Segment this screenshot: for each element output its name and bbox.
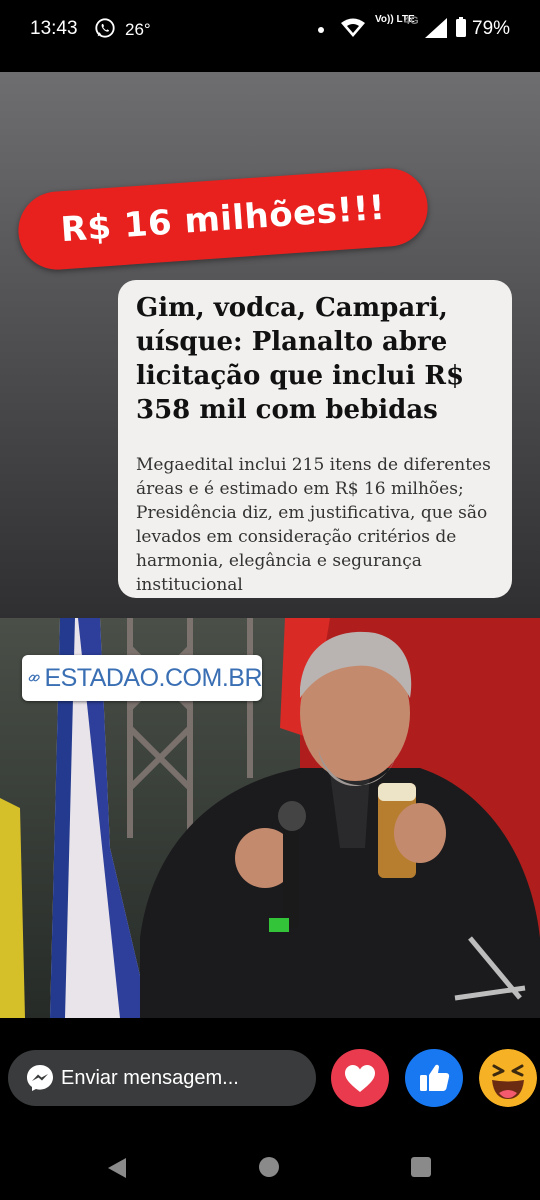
haha-reaction-button[interactable]: [479, 1049, 537, 1107]
like-icon: [420, 1064, 450, 1091]
love-icon: [345, 1065, 375, 1092]
recents-icon[interactable]: [411, 1157, 431, 1177]
whatsapp-icon: [95, 18, 115, 38]
wifi-icon: [341, 18, 365, 37]
news-headline: Gim, vodca, Campari, uísque: Planalto ab…: [136, 293, 465, 425]
source-tag[interactable]: ESTADAO.COM.BR: [22, 655, 262, 701]
status-bar: 13:43 26° Vo)) LTE 4G 79%: [0, 0, 540, 60]
network-type: 4G: [404, 15, 419, 27]
link-icon: [28, 674, 40, 682]
send-message-placeholder: Enviar mensagem...: [61, 1067, 239, 1089]
battery-percent: 79%: [472, 18, 511, 39]
notification-dot: [318, 27, 324, 33]
back-icon[interactable]: [105, 1156, 129, 1180]
status-temperature: 26°: [125, 20, 151, 39]
send-message-input[interactable]: Enviar mensagem...: [8, 1050, 316, 1106]
signal-icon: [425, 18, 447, 38]
like-reaction-button[interactable]: [405, 1049, 463, 1107]
banner-text: R$ 16 milhões!!!: [59, 187, 387, 251]
messenger-icon: [27, 1065, 53, 1091]
home-icon[interactable]: [259, 1157, 279, 1177]
status-time: 13:43: [30, 18, 78, 39]
source-label: ESTADAO.COM.BR: [44, 663, 262, 692]
love-reaction-button[interactable]: [331, 1049, 389, 1107]
battery-icon: [456, 17, 466, 37]
news-subheadline: Megaedital inclui 215 itens de diferente…: [136, 455, 491, 595]
